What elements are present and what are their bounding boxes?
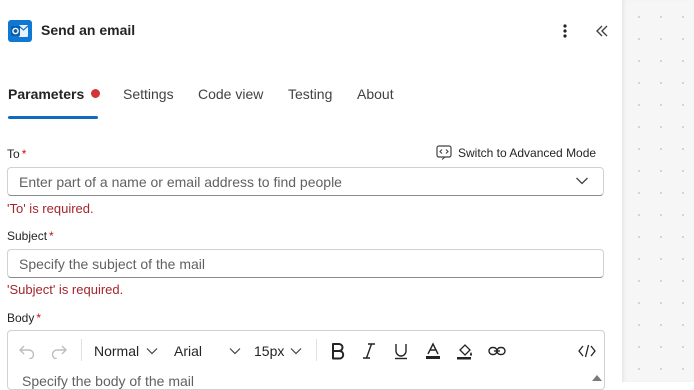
- subject-error-message: 'Subject' is required.: [7, 282, 124, 297]
- tab-label: Parameters: [8, 86, 85, 102]
- tab-testing[interactable]: Testing: [288, 86, 332, 102]
- bold-icon[interactable]: [330, 341, 346, 361]
- body-placeholder[interactable]: Specify the body of the mail: [22, 373, 194, 389]
- required-mark: *: [49, 229, 54, 243]
- code-switch-icon: [436, 145, 452, 160]
- switch-advanced-mode-button[interactable]: Switch to Advanced Mode: [436, 145, 596, 160]
- block-format-dropdown[interactable]: Normal: [94, 341, 158, 361]
- subject-placeholder: Specify the subject of the mail: [19, 255, 205, 272]
- link-icon[interactable]: [488, 341, 506, 361]
- panel-title: Send an email: [41, 22, 136, 38]
- body-label-text: Body: [7, 311, 35, 325]
- to-label: To *: [7, 147, 26, 161]
- undo-icon[interactable]: [18, 341, 36, 361]
- scroll-up-arrow-icon[interactable]: [592, 375, 602, 381]
- italic-icon[interactable]: [361, 341, 377, 361]
- panel-header: Send an email: [0, 0, 622, 62]
- font-color-icon[interactable]: [425, 341, 441, 361]
- underline-icon[interactable]: [393, 341, 409, 361]
- body-label: Body *: [7, 311, 41, 325]
- chevron-double-left-icon[interactable]: [592, 20, 612, 42]
- tab-about[interactable]: About: [357, 86, 394, 102]
- active-tab-indicator: [8, 116, 98, 119]
- body-rich-text-editor[interactable]: Normal Arial 15px Specify the body of th…: [7, 330, 605, 390]
- highlight-color-icon[interactable]: [456, 341, 474, 361]
- tab-code-view[interactable]: Code view: [198, 86, 263, 102]
- block-format-value: Normal: [94, 343, 140, 359]
- chevron-down-icon: [229, 348, 241, 355]
- more-vertical-icon[interactable]: [556, 20, 574, 42]
- to-error-message: 'To' is required.: [7, 201, 94, 216]
- chevron-down-icon: [290, 348, 302, 355]
- advanced-mode-label: Switch to Advanced Mode: [458, 145, 597, 160]
- subject-label-text: Subject: [7, 229, 48, 243]
- chevron-down-icon[interactable]: [575, 176, 589, 186]
- editor-toolbar: Normal Arial 15px: [8, 331, 604, 369]
- toolbar-divider: [81, 339, 82, 361]
- font-size-dropdown[interactable]: 15px: [254, 341, 302, 361]
- required-mark: *: [21, 147, 27, 161]
- required-mark: *: [36, 311, 42, 325]
- subject-input[interactable]: Specify the subject of the mail: [7, 249, 604, 278]
- error-dot-icon: [91, 89, 101, 98]
- font-size-value: 15px: [254, 343, 285, 359]
- tab-settings[interactable]: Settings: [123, 86, 174, 102]
- to-placeholder: Enter part of a name or email address to…: [19, 173, 342, 190]
- redo-icon[interactable]: [50, 341, 68, 361]
- outlook-icon: [8, 20, 32, 42]
- details-panel: Send an email Parameters Settings Code v…: [0, 0, 622, 390]
- to-label-text: To: [7, 147, 20, 161]
- toolbar-divider: [316, 339, 317, 361]
- to-input[interactable]: Enter part of a name or email address to…: [7, 167, 604, 196]
- font-family-value: Arial: [174, 343, 203, 359]
- designer-canvas: [622, 0, 694, 382]
- tab-parameters[interactable]: Parameters: [8, 86, 101, 102]
- font-family-dropdown[interactable]: Arial: [174, 341, 241, 361]
- subject-label: Subject *: [7, 229, 54, 243]
- code-view-icon[interactable]: [578, 341, 596, 361]
- chevron-down-icon: [146, 348, 158, 355]
